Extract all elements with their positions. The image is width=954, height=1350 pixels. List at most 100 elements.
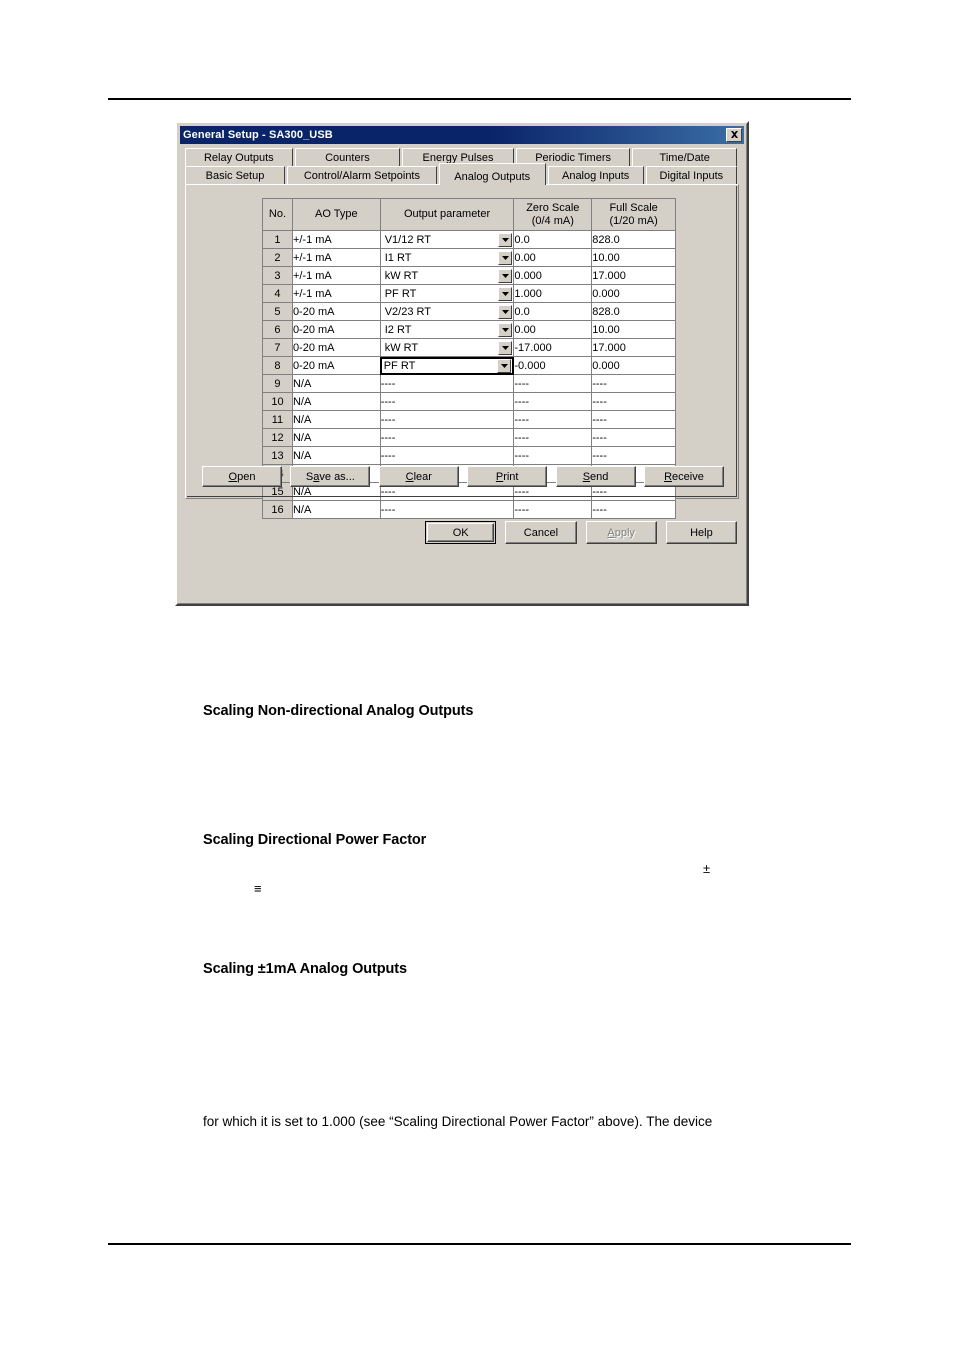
- output-parameter-cell[interactable]: ----: [379, 392, 515, 411]
- output-parameter-cell[interactable]: ----: [379, 410, 515, 429]
- ao-type-cell[interactable]: +/-1 mA: [291, 284, 381, 303]
- receive-button[interactable]: Receive: [643, 466, 724, 487]
- tab-control-alarm-setpoints[interactable]: Control/Alarm Setpoints: [286, 166, 437, 185]
- table-row[interactable]: 7 0-20 mA kW RT -17.000 17.000: [262, 338, 676, 357]
- chevron-down-icon[interactable]: [498, 268, 513, 283]
- zero-scale-cell[interactable]: 0.000: [513, 266, 593, 285]
- zero-scale-cell[interactable]: 0.0: [513, 302, 593, 321]
- output-parameter-cell[interactable]: V1/12 RT: [379, 230, 515, 249]
- tab-relay-outputs[interactable]: Relay Outputs: [185, 148, 293, 167]
- send-button[interactable]: Send: [555, 466, 636, 487]
- output-parameter-cell[interactable]: ----: [379, 500, 515, 519]
- full-scale-cell[interactable]: 0.000: [591, 284, 676, 303]
- output-parameter-dropdown[interactable]: kW RT: [380, 339, 514, 356]
- zero-scale-cell[interactable]: 1.000: [513, 284, 593, 303]
- full-scale-cell[interactable]: ----: [591, 374, 676, 393]
- cancel-button[interactable]: Cancel: [505, 521, 577, 544]
- ao-type-cell[interactable]: 0-20 mA: [291, 356, 381, 375]
- chevron-down-icon[interactable]: [498, 286, 513, 301]
- output-parameter-dropdown[interactable]: I2 RT: [380, 321, 514, 338]
- output-parameter-dropdown[interactable]: kW RT: [380, 267, 514, 284]
- table-row[interactable]: 12 N/A ---- ---- ----: [262, 428, 676, 447]
- table-row[interactable]: 10 N/A ---- ---- ----: [262, 392, 676, 411]
- full-scale-cell[interactable]: 828.0: [591, 302, 676, 321]
- full-scale-cell[interactable]: ----: [591, 392, 676, 411]
- table-row[interactable]: 8 0-20 mA PF RT -0.000 0.000: [262, 356, 676, 375]
- output-parameter-cell[interactable]: PF RT: [379, 356, 515, 375]
- output-parameter-cell[interactable]: I2 RT: [379, 320, 515, 339]
- output-parameter-dropdown[interactable]: PF RT: [380, 285, 514, 302]
- table-row[interactable]: 1 +/-1 mA V1/12 RT 0.0 828.0: [262, 230, 676, 249]
- ao-type-cell[interactable]: +/-1 mA: [291, 230, 381, 249]
- tab-basic-setup[interactable]: Basic Setup: [185, 166, 285, 185]
- save-as-button[interactable]: Save as...: [290, 466, 371, 487]
- dialog-titlebar[interactable]: General Setup - SA300_USB: [180, 126, 744, 144]
- zero-scale-cell[interactable]: 0.00: [513, 248, 593, 267]
- ok-button-wrapper[interactable]: OK: [425, 521, 497, 544]
- output-parameter-cell[interactable]: ----: [379, 428, 515, 447]
- ao-type-cell[interactable]: N/A: [291, 392, 381, 411]
- output-parameter-dropdown[interactable]: V1/12 RT: [380, 231, 514, 248]
- output-parameter-dropdown[interactable]: I1 RT: [380, 249, 514, 266]
- ao-type-cell[interactable]: 0-20 mA: [291, 320, 381, 339]
- zero-scale-cell[interactable]: ----: [513, 410, 593, 429]
- tab-counters[interactable]: Counters: [294, 148, 401, 167]
- table-row[interactable]: 16 N/A ---- ---- ----: [262, 500, 676, 519]
- zero-scale-cell[interactable]: ----: [513, 374, 593, 393]
- output-parameter-dropdown[interactable]: V2/23 RT: [380, 303, 514, 320]
- chevron-down-icon[interactable]: [498, 340, 513, 355]
- zero-scale-cell[interactable]: ----: [513, 428, 593, 447]
- tab-analog-outputs[interactable]: Analog Outputs: [438, 163, 546, 185]
- zero-scale-cell[interactable]: -17.000: [513, 338, 593, 357]
- open-button[interactable]: Open: [202, 466, 282, 487]
- output-parameter-cell[interactable]: I1 RT: [379, 248, 515, 267]
- ao-type-cell[interactable]: N/A: [291, 428, 381, 447]
- ao-type-cell[interactable]: 0-20 mA: [291, 338, 381, 357]
- ao-type-cell[interactable]: 0-20 mA: [291, 302, 381, 321]
- output-parameter-dropdown[interactable]: PF RT: [379, 356, 515, 375]
- help-button[interactable]: Help: [665, 521, 738, 544]
- table-row[interactable]: 6 0-20 mA I2 RT 0.00 10.00: [262, 320, 676, 339]
- table-row[interactable]: 5 0-20 mA V2/23 RT 0.0 828.0: [262, 302, 676, 321]
- clear-button[interactable]: Clear: [378, 466, 459, 487]
- zero-scale-cell[interactable]: 0.0: [513, 230, 593, 249]
- table-row[interactable]: 11 N/A ---- ---- ----: [262, 410, 676, 429]
- full-scale-cell[interactable]: ----: [591, 500, 676, 519]
- full-scale-cell[interactable]: 17.000: [591, 338, 676, 357]
- output-parameter-cell[interactable]: ----: [379, 374, 515, 393]
- table-row[interactable]: 3 +/-1 mA kW RT 0.000 17.000: [262, 266, 676, 285]
- ao-type-cell[interactable]: N/A: [291, 410, 381, 429]
- ao-type-cell[interactable]: +/-1 mA: [291, 266, 381, 285]
- full-scale-cell[interactable]: ----: [591, 428, 676, 447]
- chevron-down-icon[interactable]: [497, 358, 512, 373]
- full-scale-cell[interactable]: ----: [591, 446, 676, 465]
- table-row[interactable]: 4 +/-1 mA PF RT 1.000 0.000: [262, 284, 676, 303]
- ao-type-cell[interactable]: N/A: [291, 500, 381, 519]
- table-row[interactable]: 2 +/-1 mA I1 RT 0.00 10.00: [262, 248, 676, 267]
- ao-type-cell[interactable]: +/-1 mA: [291, 248, 381, 267]
- full-scale-cell[interactable]: 10.00: [591, 320, 676, 339]
- output-parameter-cell[interactable]: ----: [379, 446, 515, 465]
- full-scale-cell[interactable]: ----: [591, 410, 676, 429]
- ao-type-cell[interactable]: N/A: [291, 374, 381, 393]
- tab-time-date[interactable]: Time/Date: [632, 148, 737, 167]
- zero-scale-cell[interactable]: -0.000: [513, 356, 593, 375]
- output-parameter-cell[interactable]: kW RT: [379, 338, 515, 357]
- output-parameter-cell[interactable]: V2/23 RT: [379, 302, 515, 321]
- chevron-down-icon[interactable]: [498, 322, 513, 337]
- zero-scale-cell[interactable]: 0.00: [513, 320, 593, 339]
- tab-analog-inputs[interactable]: Analog Inputs: [547, 166, 644, 185]
- full-scale-cell[interactable]: 0.000: [591, 356, 676, 375]
- chevron-down-icon[interactable]: [498, 232, 513, 247]
- print-button[interactable]: Print: [467, 466, 548, 487]
- chevron-down-icon[interactable]: [498, 304, 513, 319]
- zero-scale-cell[interactable]: ----: [513, 392, 593, 411]
- full-scale-cell[interactable]: 17.000: [591, 266, 676, 285]
- zero-scale-cell[interactable]: ----: [513, 500, 593, 519]
- output-parameter-cell[interactable]: kW RT: [379, 266, 515, 285]
- tab-digital-inputs[interactable]: Digital Inputs: [645, 166, 737, 185]
- ao-type-cell[interactable]: N/A: [291, 446, 381, 465]
- ok-button[interactable]: OK: [427, 523, 495, 542]
- table-row[interactable]: 9 N/A ---- ---- ----: [262, 374, 676, 393]
- full-scale-cell[interactable]: 828.0: [591, 230, 676, 249]
